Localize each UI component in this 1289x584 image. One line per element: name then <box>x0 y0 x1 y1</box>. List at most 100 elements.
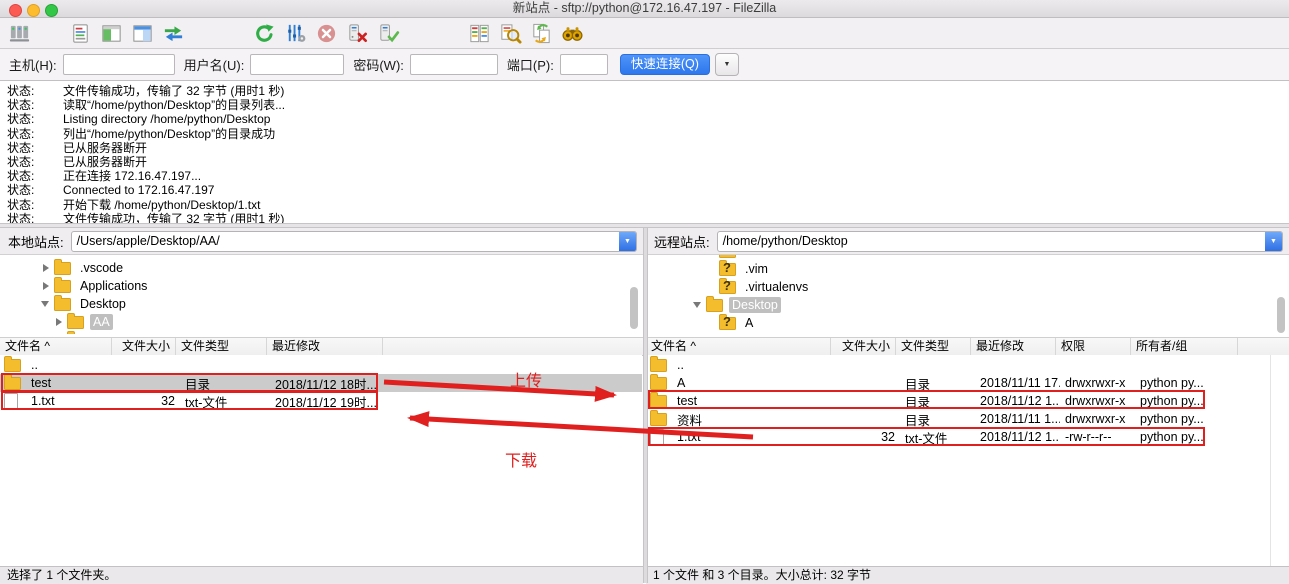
toggle-remote-tree-icon[interactable] <box>129 20 155 46</box>
filter-icon[interactable] <box>559 20 585 46</box>
column-header-size[interactable]: 文件大小 <box>831 338 896 355</box>
tree-item-desktop[interactable]: Desktop <box>0 295 642 313</box>
toggle-local-tree-icon[interactable] <box>98 20 124 46</box>
column-header-type[interactable]: 文件类型 <box>896 338 971 355</box>
toolbar <box>0 18 1289 49</box>
log-line: 状态:已从服务器断开 <box>0 141 1289 155</box>
local-site-combo[interactable]: /Users/apple/Desktop/AA/ <box>71 231 637 252</box>
log-line: 状态:Connected to 172.16.47.197 <box>0 183 1289 197</box>
tree-item-aa[interactable]: AA <box>0 313 642 331</box>
folder-icon <box>54 280 71 293</box>
folder-icon <box>650 395 667 408</box>
file-row-parent[interactable]: .. <box>0 356 642 374</box>
folder-icon <box>67 316 84 329</box>
cancel-icon[interactable] <box>313 20 339 46</box>
local-status-bar: 选择了 1 个文件夹。 <box>0 566 643 584</box>
disconnect-icon[interactable] <box>344 20 370 46</box>
remote-status-bar: 1 个文件 和 3 个目录。大小总计: 32 字节 <box>646 566 1289 584</box>
disclosure-down-icon[interactable] <box>41 301 49 307</box>
column-header-size[interactable]: 文件大小 <box>112 338 176 355</box>
refresh-icon[interactable] <box>251 20 277 46</box>
file-row-1txt[interactable]: 1.txt 32 txt-文件 2018/11/12 19时... <box>0 392 642 410</box>
file-row-test[interactable]: test 目录 2018/11/12 18时... <box>0 374 642 392</box>
column-header-name[interactable]: 文件名 ^ <box>0 338 112 355</box>
column-header-modified[interactable]: 最近修改 <box>971 338 1056 355</box>
site-manager-icon[interactable] <box>6 20 32 46</box>
local-list-header: 文件名 ^ 文件大小 文件类型 最近修改 <box>0 337 643 356</box>
quickconnect-bar: 主机(H): 用户名(U): 密码(W): 端口(P): 快速连接(Q) <box>0 49 1289 81</box>
folder-icon <box>650 413 667 426</box>
log-line: 状态:读取“/home/python/Desktop”的目录列表... <box>0 98 1289 112</box>
tree-item-vscode[interactable]: .vscode <box>0 259 642 277</box>
file-row-a[interactable]: A 目录 2018/11/11 17... drwxrwxr-x python … <box>646 374 1289 392</box>
port-label: 端口(P): <box>507 55 554 74</box>
folder-unknown-icon <box>719 263 736 276</box>
local-site-path: /Users/apple/Desktop/AA/ <box>72 234 619 248</box>
toggle-transfer-queue-icon[interactable] <box>160 20 186 46</box>
folder-icon <box>4 377 21 390</box>
column-header-modified[interactable]: 最近修改 <box>267 338 383 355</box>
tree-item-desktop[interactable]: Desktop <box>646 296 1289 314</box>
host-label: 主机(H): <box>9 55 57 74</box>
chevron-down-icon[interactable] <box>619 232 636 251</box>
disclosure-right-icon[interactable] <box>43 282 49 290</box>
directory-compare-icon[interactable] <box>466 20 492 46</box>
disclosure-down-icon[interactable] <box>693 302 701 308</box>
column-header-name[interactable]: 文件名 ^ <box>646 338 831 355</box>
folder-unknown-icon <box>719 281 736 294</box>
tree-item-vim[interactable]: .vim <box>646 260 1289 278</box>
folder-icon <box>67 334 84 335</box>
tree-item-virtualenvs[interactable]: .virtualenvs <box>646 278 1289 296</box>
log-line: 状态:Listing directory /home/python/Deskto… <box>0 112 1289 126</box>
chevron-down-icon[interactable] <box>1265 232 1282 251</box>
sort-asc-icon: ^ <box>44 339 50 353</box>
tree-item-partial[interactable] <box>0 331 642 334</box>
remote-site-label: 远程站点: <box>654 232 710 251</box>
file-icon <box>4 393 18 409</box>
sort-asc-icon: ^ <box>690 339 696 353</box>
panel-divider[interactable] <box>643 228 648 583</box>
find-files-icon[interactable] <box>497 20 523 46</box>
quickconnect-dropdown-button[interactable] <box>715 53 739 76</box>
disclosure-right-icon[interactable] <box>43 264 49 272</box>
remote-site-bar: 远程站点: /home/python/Desktop <box>646 228 1289 255</box>
column-header-owner[interactable]: 所有者/组 <box>1131 338 1238 355</box>
host-input[interactable] <box>63 54 175 75</box>
log-line: 状态:已从服务器断开 <box>0 155 1289 169</box>
quickconnect-button[interactable]: 快速连接(Q) <box>620 54 710 75</box>
username-input[interactable] <box>250 54 344 75</box>
remote-site-path: /home/python/Desktop <box>718 234 1265 248</box>
disclosure-right-icon[interactable] <box>56 318 62 326</box>
port-input[interactable] <box>560 54 608 75</box>
reconnect-icon[interactable] <box>375 20 401 46</box>
password-label: 密码(W): <box>353 55 404 74</box>
synchronized-browsing-icon[interactable] <box>528 20 554 46</box>
file-row-ziliao[interactable]: 资料 目录 2018/11/11 1... drwxrwxr-x python … <box>646 410 1289 428</box>
folder-icon <box>4 359 21 372</box>
file-row-test[interactable]: test 目录 2018/11/12 1... drwxrwxr-x pytho… <box>646 392 1289 410</box>
column-header-perms[interactable]: 权限 <box>1056 338 1131 355</box>
column-header-type[interactable]: 文件类型 <box>176 338 267 355</box>
remote-site-combo[interactable]: /home/python/Desktop <box>717 231 1283 252</box>
remote-file-list: .. A 目录 2018/11/11 17... drwxrwxr-x pyth… <box>646 355 1289 567</box>
username-label: 用户名(U): <box>184 55 245 74</box>
remote-list-edge <box>1270 355 1271 566</box>
folder-unknown-icon <box>719 317 736 330</box>
window-title: 新站点 - sftp://python@172.16.47.197 - File… <box>0 0 1289 16</box>
folder-icon <box>650 359 667 372</box>
local-tree-scrollbar[interactable] <box>630 287 638 329</box>
folder-icon <box>54 262 71 275</box>
process-queue-icon[interactable] <box>282 20 308 46</box>
local-directory-tree: .vscode Applications Desktop AA <box>0 255 642 334</box>
file-row-1txt[interactable]: 1.txt 32 txt-文件 2018/11/12 1... -rw-r--r… <box>646 428 1289 446</box>
log-line: 状态:开始下载 /home/python/Desktop/1.txt <box>0 198 1289 212</box>
log-line: 状态:正在连接 172.16.47.197... <box>0 169 1289 183</box>
remote-tree-scrollbar[interactable] <box>1277 297 1285 333</box>
password-input[interactable] <box>410 54 498 75</box>
tree-item-applications[interactable]: Applications <box>0 277 642 295</box>
toggle-log-view-icon[interactable] <box>67 20 93 46</box>
tree-item-a[interactable]: A <box>646 314 1289 332</box>
file-row-parent[interactable]: .. <box>646 356 1289 374</box>
file-icon <box>650 429 664 445</box>
folder-icon <box>54 298 71 311</box>
